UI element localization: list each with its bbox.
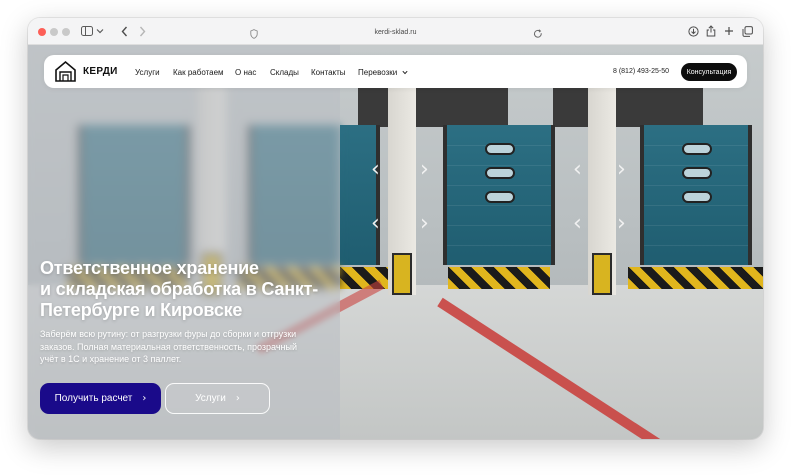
- hero-title-line-3: Петербурге и Кировске: [40, 300, 243, 320]
- consultation-button[interactable]: Консультация: [681, 63, 737, 81]
- nav-link-contacts[interactable]: Контакты: [311, 68, 346, 77]
- chevron-left-icon: ‹: [371, 211, 380, 236]
- browser-toolbar: kerdi-sklad.ru: [28, 18, 763, 45]
- chevron-left-icon: ‹: [573, 211, 582, 236]
- new-tab-icon[interactable]: [723, 24, 735, 38]
- tabs-overview-icon[interactable]: [741, 24, 753, 38]
- hero-subtitle: Заберём всю рутину: от разгрузки фуры до…: [40, 328, 320, 366]
- forward-icon[interactable]: [136, 24, 148, 38]
- hero-subtitle-line-3: учёт в 1С и хранение от 3 паллет.: [40, 354, 182, 364]
- kerdi-logo-icon[interactable]: [54, 60, 77, 83]
- chevron-right-icon: ›: [617, 157, 626, 182]
- hero-title-line-1: Ответственное хранение: [40, 258, 259, 278]
- nav-link-services[interactable]: Услуги: [135, 68, 160, 77]
- chevron-down-icon: [401, 68, 408, 77]
- nav-link-how-we-work[interactable]: Как работаем: [173, 68, 224, 77]
- services-label: Услуги: [195, 393, 226, 404]
- phone-number[interactable]: 8 (812) 493-25-50: [613, 68, 669, 75]
- nav-link-about[interactable]: О нас: [235, 68, 256, 77]
- hero-subtitle-line-1: Заберём всю рутину: от разгрузки фуры до…: [40, 329, 297, 339]
- chevron-right-icon: ›: [617, 211, 626, 236]
- services-button[interactable]: Услуги ›: [165, 383, 270, 414]
- chevron-down-icon[interactable]: [95, 24, 105, 38]
- chevron-right-icon: ›: [235, 393, 240, 404]
- chevron-left-icon: ‹: [371, 157, 380, 182]
- share-icon[interactable]: [705, 24, 717, 38]
- nav-link-transport[interactable]: Перевозки: [358, 68, 408, 77]
- back-icon[interactable]: [118, 24, 130, 38]
- url-text: kerdi-sklad.ru: [374, 28, 417, 36]
- get-quote-label: Получить расчет: [54, 393, 133, 404]
- hero-title: Ответственное хранение и складская обраб…: [40, 258, 340, 321]
- brand-name[interactable]: КЕРДИ: [83, 66, 118, 77]
- hero-title-line-2: и складская обработка в Санкт-: [40, 279, 319, 299]
- get-quote-button[interactable]: Получить расчет ›: [40, 383, 161, 414]
- page-viewport: ‹ › ‹ › ‹ › ‹ › КЕРДИ Услуги Как работае…: [28, 45, 763, 439]
- chevron-left-icon: ‹: [573, 157, 582, 182]
- zoom-window-button[interactable]: [62, 28, 70, 36]
- chevron-right-icon: ›: [420, 157, 429, 182]
- chevron-right-icon: ›: [420, 211, 429, 236]
- reload-icon[interactable]: [533, 26, 543, 44]
- nav-link-warehouses[interactable]: Склады: [270, 68, 299, 77]
- hero-subtitle-line-2: заказов. Полная материальная ответственн…: [40, 341, 297, 352]
- minimize-window-button[interactable]: [50, 28, 58, 36]
- site-header: КЕРДИ Услуги Как работаем О нас Склады К…: [44, 55, 747, 88]
- address-bar[interactable]: kerdi-sklad.ru: [238, 24, 553, 40]
- nav-link-transport-label: Перевозки: [358, 68, 398, 77]
- chevron-right-icon: ›: [142, 393, 147, 404]
- download-icon[interactable]: [687, 24, 699, 38]
- close-window-button[interactable]: [38, 28, 46, 36]
- browser-window: kerdi-sklad.ru ‹ › ‹ › ‹ › ‹ › КЕРДИ Усл…: [28, 18, 763, 439]
- sidebar-icon[interactable]: [80, 24, 94, 38]
- shield-icon: [250, 26, 258, 44]
